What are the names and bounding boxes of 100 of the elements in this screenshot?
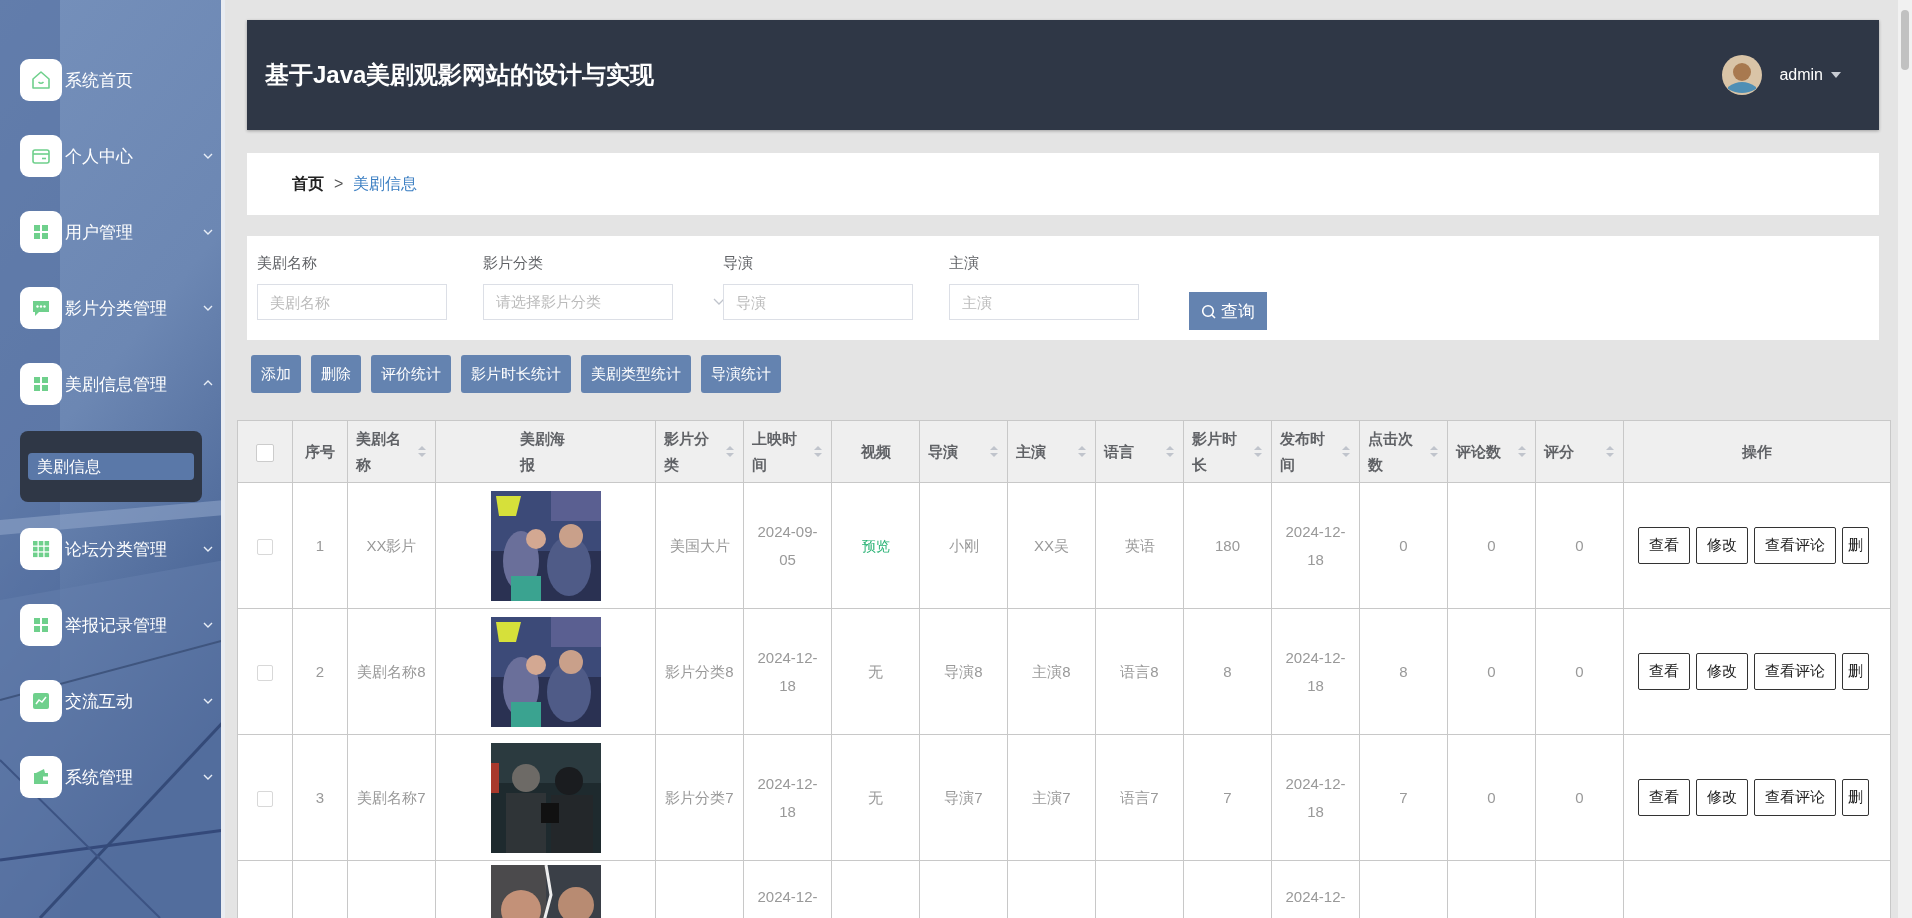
action-button[interactable]: 修改 — [1696, 779, 1748, 816]
table-cell: 小刚 — [919, 482, 1008, 609]
table-cell: 美剧名称7 — [347, 734, 436, 861]
submenu-item[interactable]: 美剧信息 — [28, 453, 194, 480]
sort-icon — [1341, 445, 1351, 458]
search-icon — [1201, 303, 1216, 319]
action-button[interactable]: 查看 — [1638, 653, 1690, 690]
table-cell: 8 — [1359, 608, 1448, 735]
checkbox[interactable] — [256, 443, 274, 462]
table-cell: 2024-12-18 — [743, 734, 832, 861]
input-field[interactable]: 美剧名称 — [257, 284, 447, 320]
sidebar-item[interactable]: 个人中心 — [20, 135, 215, 177]
column-header[interactable]: 发布时间 — [1271, 420, 1360, 483]
breadcrumb-link[interactable]: 首页 — [292, 173, 324, 195]
table-cell: 主演7 — [1007, 734, 1096, 861]
sidebar-item[interactable]: 系统首页 — [20, 59, 215, 101]
sort-icon — [417, 445, 427, 458]
action-button[interactable]: 删 — [1842, 779, 1869, 816]
table-cell: 语言7 — [1095, 734, 1184, 861]
toolbar-button[interactable]: 导演统计 — [701, 355, 781, 393]
table-cell: 英语 — [1095, 482, 1184, 609]
action-button[interactable]: 查看 — [1638, 779, 1690, 816]
toolbar-button[interactable]: 评价统计 — [371, 355, 451, 393]
checkbox[interactable] — [257, 538, 273, 555]
column-header[interactable]: 点击次数 — [1359, 420, 1448, 483]
action-button[interactable]: 删 — [1842, 653, 1869, 690]
breadcrumb-link[interactable]: 美剧信息 — [353, 173, 418, 195]
table-cell: 无 — [831, 608, 920, 735]
sidebar-item[interactable]: 系统管理 — [20, 756, 215, 798]
table-cell: XX吴 — [1007, 482, 1096, 609]
checkbox[interactable] — [257, 664, 273, 681]
table-cell: XX影片 — [347, 482, 436, 609]
sort-icon — [813, 445, 823, 458]
user-name[interactable]: admin — [1779, 66, 1823, 84]
table-cell: 2024-12-18 — [1271, 482, 1360, 609]
table-cell: 影片分类7 — [655, 734, 744, 861]
sort-icon — [725, 445, 735, 458]
toolbar-button[interactable]: 美剧类型统计 — [581, 355, 691, 393]
column-header[interactable]: 上映时间 — [743, 420, 832, 483]
table-cell: 0 — [1447, 734, 1536, 861]
checkbox[interactable] — [257, 790, 273, 807]
action-button[interactable]: 查看 — [1638, 527, 1690, 564]
input-field[interactable]: 导演 — [723, 284, 913, 320]
column-header: 序号 — [292, 420, 348, 483]
action-button[interactable]: 查看评论 — [1754, 653, 1836, 690]
column-header[interactable]: 评分 — [1535, 420, 1624, 483]
input-field[interactable]: 主演 — [949, 284, 1139, 320]
column-header[interactable]: 美剧名称 — [347, 420, 436, 483]
column-header[interactable]: 评论数 — [1447, 420, 1536, 483]
toolbar-button[interactable]: 影片时长统计 — [461, 355, 571, 393]
sort-icon — [1605, 445, 1615, 458]
table-cell: 影片分类8 — [655, 608, 744, 735]
field-label: 导演 — [723, 254, 754, 273]
sort-icon — [1165, 445, 1175, 458]
site-title: 基于Java美剧观影网站的设计与实现 — [265, 60, 656, 90]
column-header[interactable]: 语言 — [1095, 420, 1184, 483]
action-button[interactable]: 修改 — [1696, 653, 1748, 690]
sort-icon — [989, 445, 999, 458]
sort-icon — [1517, 445, 1527, 458]
action-button[interactable]: 修改 — [1696, 527, 1748, 564]
table-cell: 导演8 — [919, 608, 1008, 735]
table-cell: 2024-12-18 — [1271, 734, 1360, 861]
preview-link[interactable]: 预览 — [861, 537, 890, 554]
sort-icon — [1253, 445, 1263, 458]
field-label: 美剧名称 — [257, 254, 318, 273]
home-icon — [29, 68, 53, 92]
search-button[interactable]: 查询 — [1189, 292, 1267, 330]
sidebar-item[interactable]: 论坛分类管理 — [20, 528, 215, 570]
table-cell: 3 — [292, 734, 348, 861]
sidebar-item[interactable]: 用户管理 — [20, 211, 215, 253]
sidebar-item[interactable]: 举报记录管理 — [20, 604, 215, 646]
scrollbar[interactable] — [1898, 0, 1912, 918]
column-header[interactable]: 导演 — [919, 420, 1008, 483]
scrollbar-thumb[interactable] — [1901, 10, 1909, 70]
column-header[interactable]: 主演 — [1007, 420, 1096, 483]
action-button[interactable]: 查看评论 — [1754, 527, 1836, 564]
action-button[interactable]: 删 — [1842, 527, 1869, 564]
sidebar-item[interactable]: 交流互动 — [20, 680, 215, 722]
table-cell: 1 — [292, 482, 348, 609]
avatar-icon — [1722, 55, 1763, 95]
action-button[interactable]: 查看评论 — [1754, 779, 1836, 816]
table-cell: 7 — [1359, 734, 1448, 861]
table-cell: 180 — [1183, 482, 1272, 609]
toolbar-button[interactable]: 添加 — [251, 355, 301, 393]
sidebar-item[interactable]: 影片分类管理 — [20, 287, 215, 329]
table-cell: 美剧名称8 — [347, 608, 436, 735]
column-header: 视频 — [831, 420, 920, 483]
table-cell: 主演8 — [1007, 608, 1096, 735]
table-cell: 0 — [1535, 608, 1624, 735]
sidebar-item[interactable]: 美剧信息管理 — [20, 363, 215, 405]
table-cell: 导演7 — [919, 734, 1008, 861]
column-header[interactable]: 影片分类 — [655, 420, 744, 483]
toolbar-button[interactable]: 删除 — [311, 355, 361, 393]
table-cell: 2024-12-18 — [743, 608, 832, 735]
breadcrumb-separator: > — [334, 175, 344, 193]
table-cell: 8 — [1183, 608, 1272, 735]
table-cell: 0 — [1535, 734, 1624, 861]
table-cell: 0 — [1535, 482, 1624, 609]
table-cell: 0 — [1359, 482, 1448, 609]
column-header[interactable]: 影片时长 — [1183, 420, 1272, 483]
